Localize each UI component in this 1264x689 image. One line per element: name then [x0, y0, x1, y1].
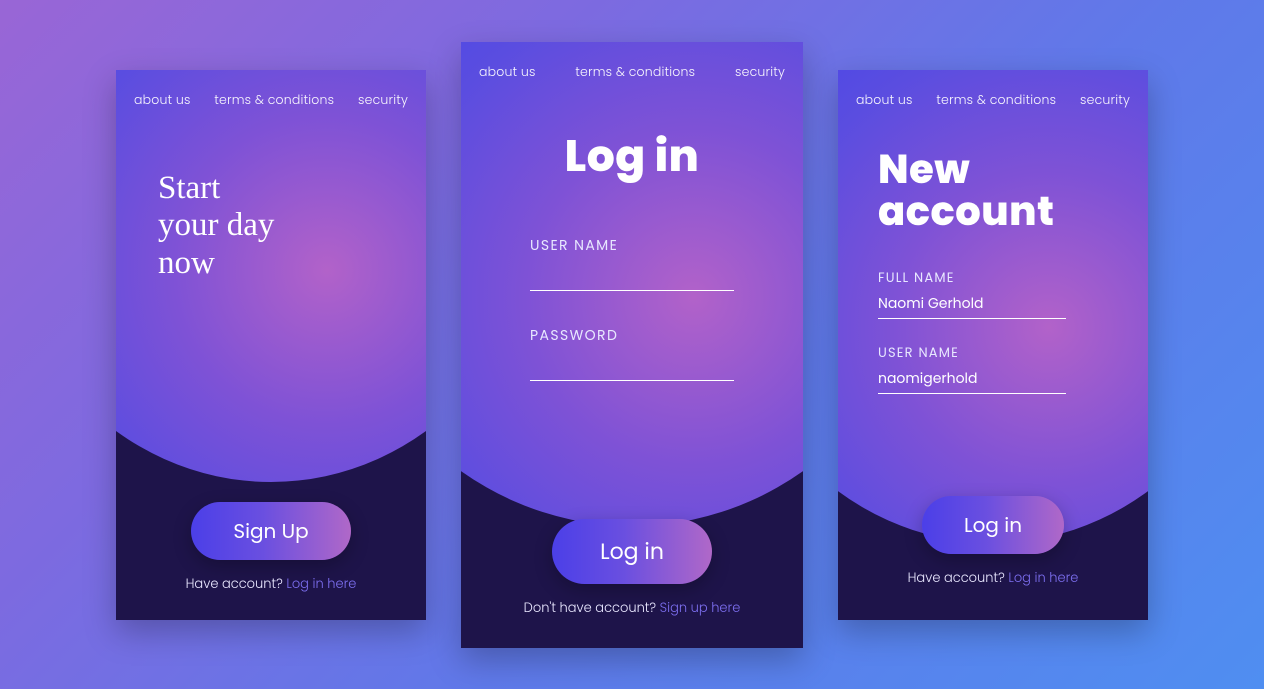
fullname-label: FULL NAME	[878, 268, 1066, 288]
top-nav: about us terms & conditions security	[116, 70, 426, 110]
login-button[interactable]: Log in	[552, 519, 712, 584]
fullname-input[interactable]	[878, 291, 1066, 319]
username-input[interactable]	[878, 366, 1066, 394]
nav-terms[interactable]: terms & conditions	[936, 92, 1056, 110]
username-label: USER NAME	[530, 235, 734, 256]
top-nav: about us terms & conditions security	[838, 70, 1148, 110]
login-here-link[interactable]: Log in here	[286, 574, 356, 593]
username-label: USER NAME	[878, 343, 1066, 363]
nav-security[interactable]: security	[735, 64, 785, 82]
page-title: New account	[838, 148, 1148, 232]
top-nav: about us terms & conditions security	[461, 42, 803, 82]
login-here-link[interactable]: Log in here	[1008, 568, 1078, 587]
title-line: account	[878, 190, 1148, 232]
nav-about[interactable]: about us	[856, 92, 913, 110]
new-account-card: about us terms & conditions security New…	[838, 70, 1148, 620]
login-button[interactable]: Log in	[922, 496, 1064, 554]
sub-text: Have account? Log in here	[186, 574, 357, 594]
sub-text-label: Have account?	[908, 568, 1009, 587]
sub-text: Don't have account? Sign up here	[524, 598, 741, 618]
nav-about[interactable]: about us	[134, 92, 191, 110]
sub-text: Have account? Log in here	[908, 568, 1079, 588]
nav-security[interactable]: security	[358, 92, 408, 110]
signup-button[interactable]: Sign Up	[191, 502, 350, 560]
nav-terms[interactable]: terms & conditions	[575, 64, 695, 82]
welcome-card: about us terms & conditions security Sta…	[116, 70, 426, 620]
signup-here-link[interactable]: Sign up here	[660, 598, 741, 617]
hero-line: now	[158, 245, 426, 283]
username-field-group: USER NAME	[878, 343, 1066, 394]
sub-text-label: Have account?	[186, 574, 287, 593]
username-input[interactable]	[530, 263, 734, 291]
hero-text: Start your day now	[116, 110, 426, 284]
hero-line: your day	[158, 207, 426, 245]
nav-about[interactable]: about us	[479, 64, 536, 82]
page-title: Log in	[461, 124, 803, 189]
username-field-group: USER NAME	[530, 235, 734, 291]
fullname-field-group: FULL NAME	[878, 268, 1066, 319]
password-label: PASSWORD	[530, 325, 734, 346]
nav-security[interactable]: security	[1080, 92, 1130, 110]
password-input[interactable]	[530, 353, 734, 381]
login-card: about us terms & conditions security Log…	[461, 42, 803, 648]
nav-terms[interactable]: terms & conditions	[214, 92, 334, 110]
sub-text-label: Don't have account?	[524, 598, 660, 617]
hero-line: Start	[158, 170, 426, 208]
password-field-group: PASSWORD	[530, 325, 734, 381]
